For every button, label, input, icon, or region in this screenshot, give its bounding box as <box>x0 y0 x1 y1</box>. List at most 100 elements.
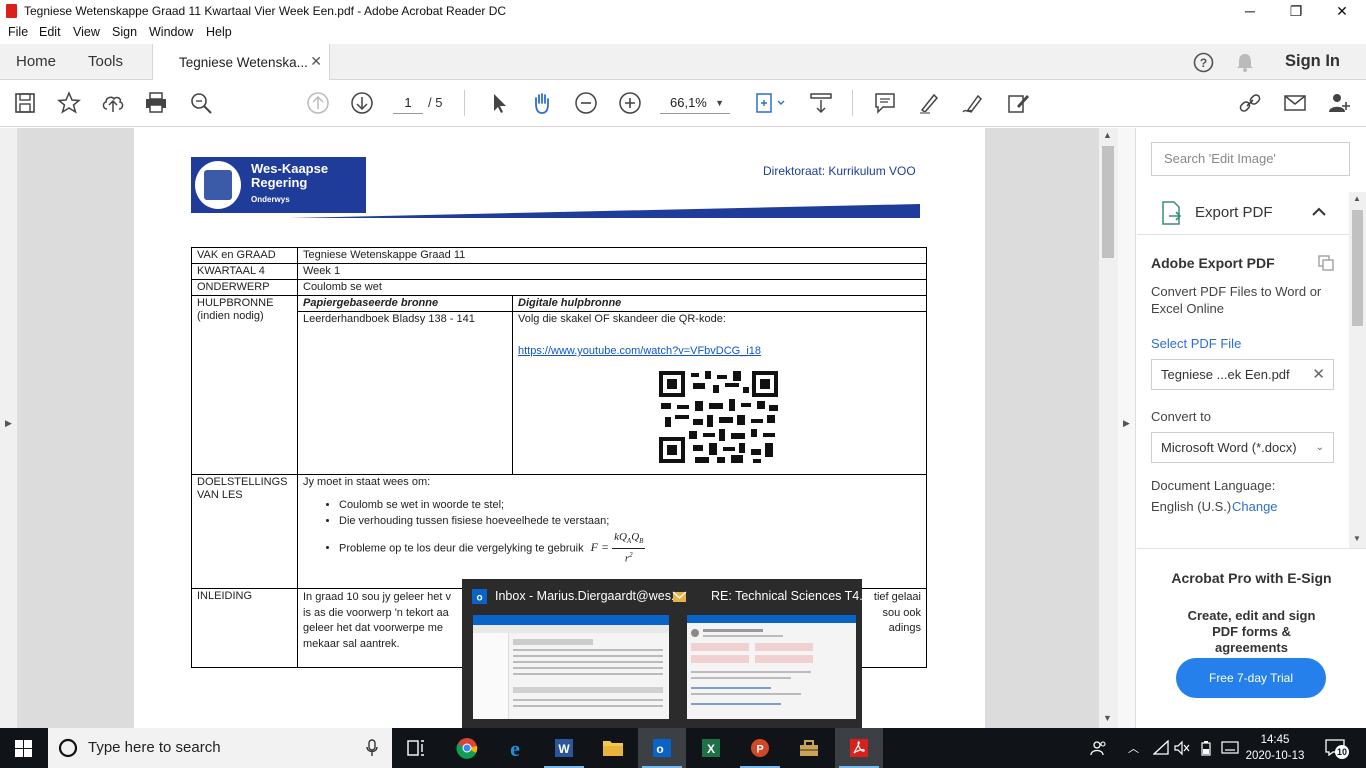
volume-muted-icon[interactable] <box>1174 740 1190 756</box>
network-icon[interactable] <box>1153 740 1169 756</box>
tab-tools[interactable]: Tools <box>88 53 123 70</box>
people-icon[interactable] <box>1090 739 1108 757</box>
edit-pdf-icon[interactable] <box>1005 90 1031 116</box>
taskbar-excel[interactable]: X <box>687 728 735 768</box>
fit-page-icon[interactable] <box>752 90 788 116</box>
zoom-search-icon[interactable] <box>188 90 214 116</box>
close-tab-icon[interactable]: ✕ <box>310 53 322 70</box>
panel-scrollbar[interactable]: ▲ ▼ <box>1349 192 1366 548</box>
scroll-down-icon[interactable]: ▼ <box>1353 534 1361 543</box>
taskbar-outlook[interactable]: o <box>638 728 686 768</box>
list-item: Coulomb se wet in woorde te stel; <box>339 499 921 512</box>
menu-window[interactable]: Window <box>149 25 193 39</box>
remove-file-icon[interactable]: ✕ <box>1312 360 1325 389</box>
taskbar-acrobat[interactable] <box>835 728 883 768</box>
doelstellings-list: Coulomb se wet in woorde te stel; Die ve… <box>339 499 921 566</box>
scrollbar-thumb[interactable] <box>1352 210 1363 326</box>
tab-document[interactable]: Tegniese Wetenska... ✕ <box>152 44 330 81</box>
menu-edit[interactable]: Edit <box>39 25 61 39</box>
menu-help[interactable]: Help <box>206 25 232 39</box>
header-swoosh <box>290 204 920 218</box>
tab-document-label: Tegniese Wetenska... <box>179 55 308 70</box>
tool-search-input[interactable]: Search 'Edit Image' <box>1151 142 1350 176</box>
zoom-out-icon[interactable] <box>573 90 599 116</box>
scrollbar-thumb[interactable] <box>1102 146 1114 258</box>
hand-tool-icon[interactable] <box>529 90 555 116</box>
menu-view[interactable]: View <box>73 25 100 39</box>
export-pdf-title[interactable]: Export PDF <box>1195 204 1273 221</box>
highlight-pen-icon[interactable] <box>916 90 942 116</box>
svg-text:X: X <box>707 742 715 756</box>
tab-home[interactable]: Home <box>16 53 56 70</box>
selected-file-field[interactable]: Tegniese ...ek Een.pdf ✕ <box>1151 359 1334 390</box>
help-icon[interactable]: ? <box>1193 52 1214 73</box>
taskbar-utility-app[interactable] <box>785 728 833 768</box>
format-dropdown[interactable]: Microsoft Word (*.docx) ⌄ <box>1151 432 1334 463</box>
formula-lhs: F = <box>590 540 610 555</box>
taskbar-edge[interactable]: e <box>491 728 539 768</box>
comment-icon[interactable] <box>872 90 898 116</box>
print-icon[interactable] <box>143 90 169 116</box>
next-page-icon[interactable] <box>349 90 375 116</box>
start-button[interactable] <box>0 728 48 768</box>
outlook-message-thumbnail[interactable]: RE: Technical Sciences T4... <box>662 579 870 728</box>
digital-instruction: Volg die skakel OF skandeer die QR-kode: <box>518 313 726 325</box>
microphone-icon[interactable] <box>366 739 378 757</box>
share-link-icon[interactable] <box>1237 90 1263 116</box>
taskbar-search-input[interactable]: Type here to search <box>48 728 392 768</box>
action-center-button[interactable]: 10 <box>1323 736 1349 760</box>
maximize-button[interactable]: ❐ <box>1273 0 1319 22</box>
notifications-bell-icon[interactable] <box>1236 52 1254 73</box>
battery-icon[interactable] <box>1198 740 1214 756</box>
taskbar-word[interactable]: W <box>540 728 588 768</box>
windows-taskbar: Type here to search e W o X P ︿ 14:45 20… <box>0 728 1366 768</box>
taskbar-file-explorer[interactable] <box>589 728 637 768</box>
chevron-up-icon[interactable] <box>1312 207 1326 216</box>
logo-line-2: Regering <box>251 175 308 190</box>
select-pdf-file-link[interactable]: Select PDF File <box>1151 336 1241 351</box>
convert-description: Convert PDF Files to Word or Excel Onlin… <box>1151 284 1322 316</box>
task-view-icon <box>407 740 424 756</box>
zoom-level-dropdown[interactable]: 66,1% ▼ <box>660 92 730 114</box>
upload-cloud-icon[interactable] <box>100 90 126 116</box>
svg-text:W: W <box>558 742 570 756</box>
fill-sign-icon[interactable] <box>960 90 986 116</box>
scroll-mode-icon[interactable] <box>808 90 834 116</box>
document-scrollbar[interactable]: ▲ ▼ <box>1099 128 1118 728</box>
minimize-button[interactable]: ─ <box>1227 0 1273 22</box>
powerpoint-icon: P <box>751 739 769 757</box>
left-panel-toggle[interactable]: ▶ <box>0 128 17 728</box>
previous-page-icon[interactable] <box>305 90 331 116</box>
copy-icon[interactable] <box>1318 255 1335 271</box>
add-user-icon[interactable] <box>1326 90 1352 116</box>
select-cursor-icon[interactable] <box>486 90 512 116</box>
zoom-in-icon[interactable] <box>617 90 643 116</box>
show-hidden-icons-chevron-up-icon[interactable]: ︿ <box>1128 740 1139 756</box>
scroll-up-icon[interactable]: ▲ <box>1103 130 1112 140</box>
coat-of-arms-icon <box>193 159 243 211</box>
task-view-button[interactable] <box>392 728 440 768</box>
logo-line-3: Onderwys <box>251 195 290 204</box>
outlook-inbox-thumbnail[interactable]: o Inbox - Marius.Diergaardt@wes... <box>462 579 681 728</box>
close-window-button[interactable]: ✕ <box>1319 0 1365 22</box>
free-trial-button[interactable]: Free 7-day Trial <box>1176 658 1326 698</box>
save-icon[interactable] <box>12 90 38 116</box>
youtube-link[interactable]: https://www.youtube.com/watch?v=VFbvDCG_… <box>518 345 921 358</box>
scroll-down-icon[interactable]: ▼ <box>1103 713 1112 723</box>
page-number-input[interactable]: 1 <box>393 92 423 114</box>
system-clock[interactable]: 14:45 2020-10-13 <box>1244 732 1306 764</box>
email-icon[interactable] <box>1282 90 1308 116</box>
taskbar-chrome[interactable] <box>443 728 491 768</box>
keyboard-language-icon[interactable] <box>1221 741 1239 755</box>
selected-file-name: Tegniese ...ek Een.pdf <box>1161 367 1290 382</box>
sign-in-link[interactable]: Sign In <box>1285 52 1340 71</box>
menu-file[interactable]: File <box>8 25 28 39</box>
taskbar-thumbnail-popup: o Inbox - Marius.Diergaardt@wes... RE: T… <box>462 579 870 728</box>
taskbar-powerpoint[interactable]: P <box>736 728 784 768</box>
scroll-up-icon[interactable]: ▲ <box>1353 194 1361 203</box>
change-language-link[interactable]: Change <box>1232 499 1278 514</box>
menu-sign[interactable]: Sign <box>112 25 137 39</box>
bookmark-star-icon[interactable] <box>56 90 82 116</box>
right-panel-toggle[interactable]: ▶ <box>1118 128 1136 728</box>
table-row: ONDERWERP Coulomb se wet <box>191 279 927 296</box>
